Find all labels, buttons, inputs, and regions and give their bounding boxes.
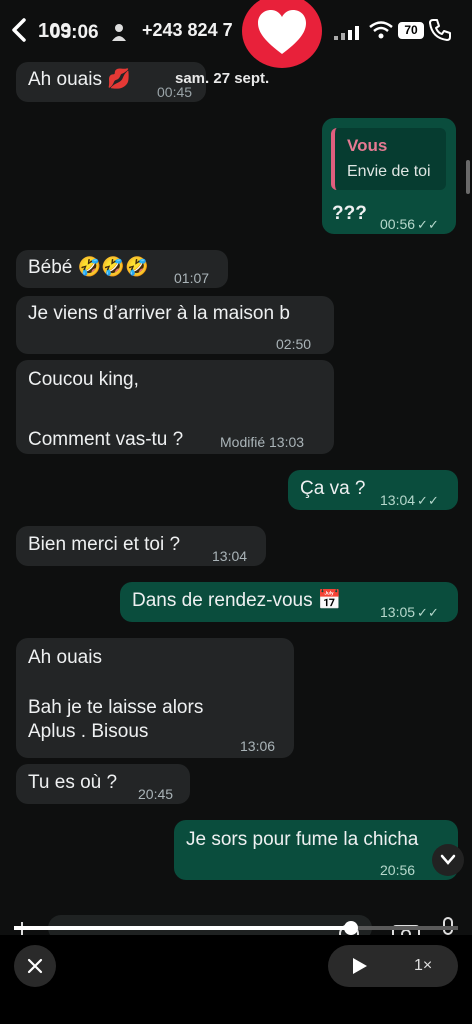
person-icon [112,24,126,41]
wifi-icon [369,21,393,39]
contact-number[interactable]: +243 824 7 [142,20,233,41]
message-bubble-outgoing[interactable]: Vous Envie de toi ??? 00:56 ✓✓ [322,118,456,234]
chat-header: 109 03:06 +243 824 7 70 [0,0,472,68]
message-time: 13:04 [212,548,248,564]
message-bubble-incoming[interactable]: Je viens d’arriver à la maison b 02:50 [16,296,334,354]
message-bubble-incoming[interactable]: Coucou king, Comment vas-tu ? Modifié 13… [16,360,334,454]
message-text: Ça va ? [300,478,366,499]
message-time: 13:06 [240,738,276,754]
scroll-to-bottom-button[interactable] [432,844,464,876]
scroll-indicator [466,160,470,194]
message-bubble-outgoing[interactable]: Dans de rendez-vous 📅 13:05 ✓✓ [120,582,458,622]
message-bubble-incoming[interactable]: Tu es où ? 20:45 [16,764,190,804]
message-bubble-incoming[interactable]: Ah ouais Bah je te laisse alors Aplus . … [16,638,294,758]
message-time: 20:45 [138,786,174,802]
close-icon [27,958,43,974]
quoted-text: Envie de toi [347,163,431,180]
message-time: 20:56 [380,862,416,878]
signal-icon [334,26,359,40]
back-icon[interactable] [10,18,30,42]
close-button[interactable] [14,945,56,987]
message-bubble-incoming[interactable]: Bien merci et toi ? 13:04 [16,526,266,566]
chevron-down-icon [440,854,456,865]
video-progress-bar[interactable] [14,926,458,930]
message-text: Je sors pour fume la chicha [186,829,419,850]
message-text: ??? [332,203,367,224]
heart-icon [258,10,306,54]
message-text: Dans de rendez-vous 📅 [132,590,342,611]
message-text: Coucou king, [28,369,139,390]
message-bubble-outgoing[interactable]: Ça va ? 13:04 ✓✓ [288,470,458,510]
message-text: Ah ouais 💋 [28,69,131,90]
message-bubble-outgoing[interactable]: Je sors pour fume la chicha 20:56 [174,820,458,880]
message-time: 13:04 ✓✓ [380,492,439,508]
status-clock: 03:06 [50,22,99,43]
battery-level: 70 [398,22,424,39]
message-bubble-incoming[interactable]: Bébé 🤣🤣🤣 01:07 [16,250,228,288]
message-time: 02:50 [276,336,312,352]
playback-speed[interactable]: 1× [414,957,432,975]
message-time: 01:07 [174,270,210,286]
message-time: Modifié 13:03 [220,434,305,450]
message-text: Ah ouais [28,647,102,668]
quoted-author: Vous [347,136,388,155]
message-text: Je viens d’arriver à la maison b [28,303,290,324]
playback-controls: 1× [328,945,458,987]
double-check-icon: ✓✓ [417,217,439,232]
double-check-icon: ✓✓ [417,493,439,508]
video-progress-fill [14,926,352,930]
message-text: Bah je te laisse alors [28,697,204,718]
message-time: 13:05 ✓✓ [380,604,439,620]
play-icon[interactable] [350,957,368,975]
video-player-controls: 1× [0,935,472,1024]
message-composer [0,905,472,941]
message-text: Bébé 🤣🤣🤣 [28,257,149,278]
heart-sticker [242,0,322,68]
message-time: 00:56 ✓✓ [380,216,439,232]
quoted-message[interactable]: Vous Envie de toi [331,128,446,190]
message-text: Tu es où ? [28,772,118,793]
message-text: Bien merci et toi ? [28,534,181,555]
call-icon[interactable] [428,18,452,42]
double-check-icon: ✓✓ [417,605,439,620]
date-separator: sam. 27 sept. [175,70,270,87]
